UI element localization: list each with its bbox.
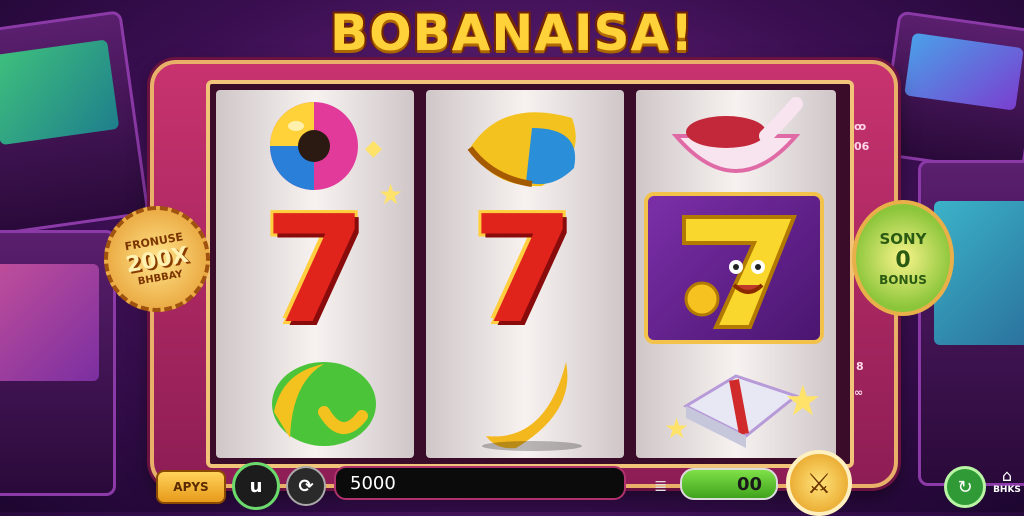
apps-button[interactable]: APYS bbox=[156, 470, 226, 504]
frame-mark: 8 bbox=[856, 360, 864, 373]
smiling-seven-bonus bbox=[644, 192, 824, 344]
frame-mark: ꝏ bbox=[854, 120, 867, 133]
star-icon: ★ bbox=[784, 376, 822, 425]
green-melon-icon bbox=[262, 352, 382, 452]
red-seven: 7 bbox=[471, 184, 575, 356]
reel-window: 7 7 bbox=[206, 80, 854, 468]
badge-value: 0 bbox=[895, 247, 911, 273]
badge-line: BONUS bbox=[879, 272, 927, 287]
home-icon: ⌂ bbox=[1001, 466, 1013, 485]
win-amount-display: 00 bbox=[680, 468, 778, 500]
frame-mark: ∞ bbox=[854, 386, 864, 399]
home-label: BHKS bbox=[993, 485, 1021, 495]
sushi-bowl-icon bbox=[666, 96, 806, 192]
bet-amount-field[interactable]: 5000 bbox=[334, 466, 626, 500]
badge-line: SONY bbox=[879, 229, 927, 248]
banana-icon bbox=[476, 352, 586, 452]
star-icon: ★ bbox=[378, 178, 404, 211]
home-button[interactable]: ⌂ BHKS bbox=[990, 466, 1024, 495]
spin-button[interactable]: ⚔ bbox=[786, 450, 852, 516]
bonus-badge: SONY 0 BONUS bbox=[852, 200, 954, 316]
sparkle-icon: ◆ bbox=[365, 136, 382, 161]
red-seven: 7 bbox=[263, 184, 367, 356]
taco-shell-icon bbox=[462, 98, 592, 194]
settings-gear-icon[interactable]: ⟳ bbox=[286, 466, 326, 506]
background-arcade-cabinet bbox=[0, 230, 116, 496]
background-arcade-cabinet bbox=[918, 160, 1024, 486]
frame-mark: 06 bbox=[854, 140, 870, 153]
coin-stack-icon: ≣ bbox=[654, 476, 668, 495]
reel-1: 7 bbox=[216, 90, 414, 458]
game-title: BOBANAISA! bbox=[329, 4, 695, 62]
autoplay-button[interactable]: u bbox=[232, 462, 280, 510]
star-icon: ★ bbox=[664, 412, 690, 445]
refresh-button[interactable]: ↻ bbox=[944, 466, 986, 508]
reel-2: 7 bbox=[426, 90, 624, 458]
donut-icon bbox=[256, 96, 376, 196]
